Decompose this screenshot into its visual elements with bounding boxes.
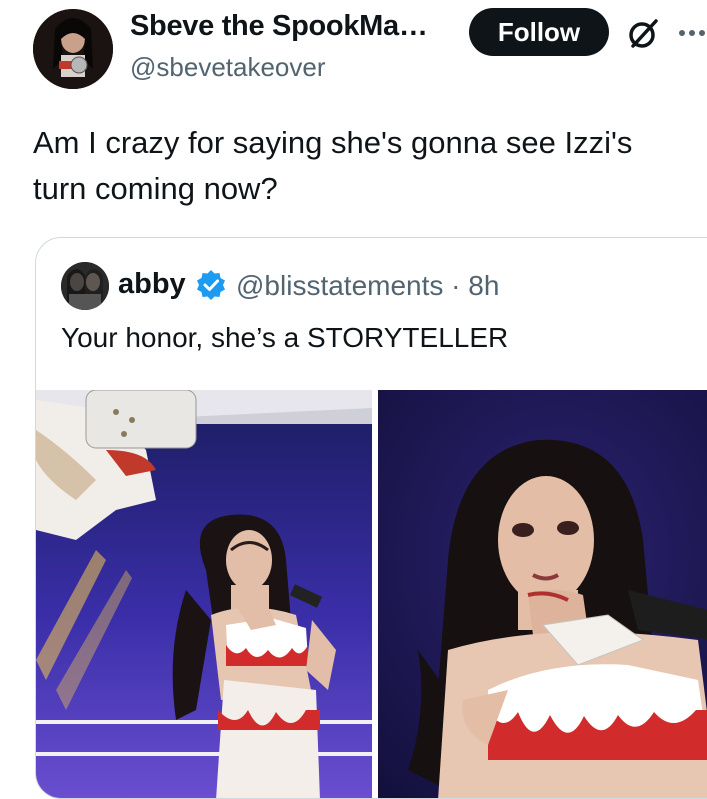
quoted-tweet-text: Your honor, she’s a STORYTELLER [61, 322, 509, 353]
quoted-author-avatar[interactable] [61, 262, 109, 310]
quoted-media-image-2[interactable] [378, 390, 707, 798]
quoted-author-name[interactable]: abby [118, 268, 186, 301]
grok-icon[interactable] [625, 16, 661, 52]
author-handle[interactable]: @sbevetakeover [130, 52, 326, 83]
quoted-media-image-1[interactable] [36, 390, 372, 798]
quoted-handle-and-time[interactable]: @blisstatements · 8h [236, 270, 499, 302]
quoted-avatar-image [61, 262, 109, 310]
follow-button[interactable]: Follow [469, 8, 609, 56]
avatar-image [33, 9, 113, 89]
more-icon[interactable] [678, 28, 707, 38]
wrestler-photo-2 [378, 390, 707, 798]
verified-badge-icon [197, 270, 225, 300]
author-avatar[interactable] [33, 9, 113, 89]
quoted-tweet-card[interactable]: abby @blisstatements · 8h Your honor, sh… [35, 237, 707, 799]
tweet-text: Am I crazy for saying she's gonna see Iz… [33, 125, 633, 206]
wrestler-photo-1 [36, 390, 372, 798]
author-name[interactable]: Sbeve the SpookMa… [130, 10, 428, 43]
